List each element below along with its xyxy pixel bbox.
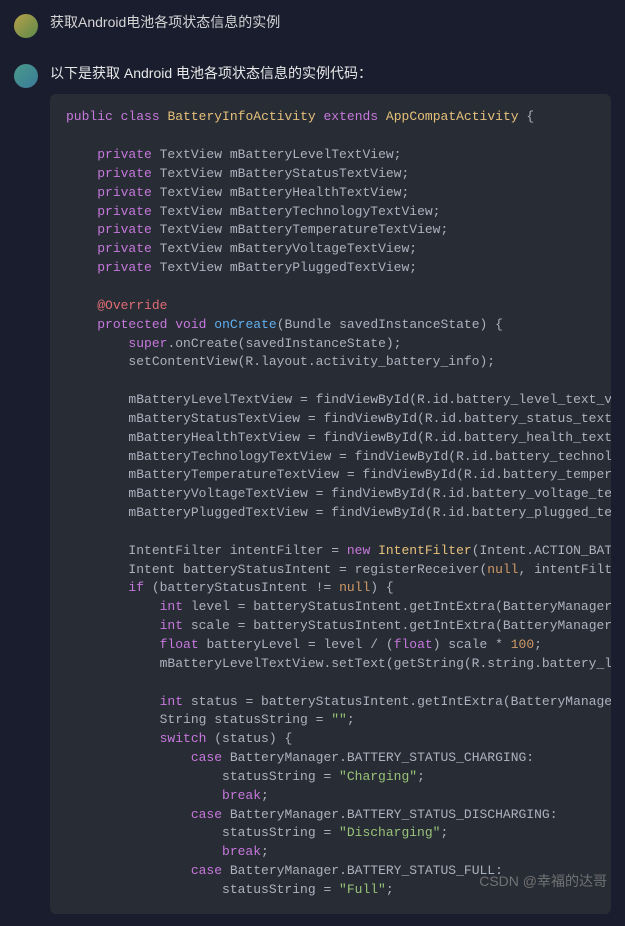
code: scale = batteryStatusIntent.getIntExtra(… [183,618,611,633]
keyword: private [97,241,152,256]
keyword: float [394,637,433,652]
keyword: case [191,750,222,765]
keyword: if [128,580,144,595]
avatar [14,64,38,88]
user-text: 获取Android电池各项状态信息的实例 [50,12,611,33]
code: statusString = [66,882,339,897]
keyword: extends [324,109,379,124]
code: , intentFilter [519,562,612,577]
code: .onCreate(savedInstanceState); [167,336,401,351]
keyword: float [160,637,199,652]
keyword: public [66,109,113,124]
string: "" [331,712,347,727]
code: mBatteryLevelTextView.setText(getString(… [66,656,611,671]
user-message-content: 获取Android电池各项状态信息的实例 [50,12,611,38]
keyword: int [160,694,183,709]
code: setContentView(R.layout.activity_battery… [66,354,495,369]
code: ; [440,825,448,840]
field: TextView mBatteryPluggedTextView; [152,260,417,275]
code: mBatteryPluggedTextView = findViewById(R… [66,505,611,520]
keyword: break [222,788,261,803]
keyword: break [222,844,261,859]
code: mBatteryHealthTextView = findViewById(R.… [66,430,611,445]
code: mBatteryStatusTextView = findViewById(R.… [66,411,611,426]
method-name: onCreate [214,317,276,332]
bot-message-row: 以下是获取 Android 电池各项状态信息的实例代码： public clas… [0,50,625,926]
code: (batteryStatusIntent != [144,580,339,595]
bot-message-content: 以下是获取 Android 电池各项状态信息的实例代码： public clas… [50,62,611,914]
keyword: private [97,260,152,275]
code: BatteryManager.BATTERY_STATUS_DISCHARGIN… [222,807,557,822]
code: ; [347,712,355,727]
class-name: AppCompatActivity [386,109,519,124]
keyword: case [191,807,222,822]
field: TextView mBatteryLevelTextView; [152,147,402,162]
literal: null [487,562,518,577]
punct: { [519,109,535,124]
code: IntentFilter intentFilter = [66,543,347,558]
code: Intent batteryStatusIntent = registerRec… [66,562,487,577]
literal: 100 [511,637,534,652]
field: TextView mBatteryStatusTextView; [152,166,409,181]
code: ) scale * [433,637,511,652]
code: BatteryManager.BATTERY_STATUS_FULL: [222,863,503,878]
code: BatteryManager.BATTERY_STATUS_CHARGING: [222,750,534,765]
class-name: BatteryInfoActivity [167,109,315,124]
keyword: int [160,618,183,633]
bot-intro-text: 以下是获取 Android 电池各项状态信息的实例代码： [50,62,611,84]
params: (Bundle savedInstanceState) [277,317,488,332]
code: ; [417,769,425,784]
keyword: private [97,222,152,237]
class-name: IntentFilter [378,543,472,558]
code: ; [261,788,269,803]
code: statusString = [66,825,339,840]
literal: null [339,580,370,595]
keyword: new [347,543,370,558]
code: statusString = [66,769,339,784]
code: batteryLevel = level / ( [199,637,394,652]
code: ; [386,882,394,897]
field: TextView mBatteryVoltageTextView; [152,241,417,256]
string: "Full" [339,882,386,897]
keyword: class [121,109,160,124]
code: (status) { [206,731,292,746]
code: (Intent.ACTION_BATTE [472,543,611,558]
string: "Charging" [339,769,417,784]
keyword: switch [160,731,207,746]
code: String statusString = [66,712,331,727]
code-block[interactable]: public class BatteryInfoActivity extends… [50,94,611,913]
punct: { [487,317,503,332]
annotation: @Override [97,298,167,313]
keyword: void [175,317,206,332]
field: TextView mBatteryTechnologyTextView; [152,204,441,219]
keyword: int [160,599,183,614]
field: TextView mBatteryHealthTextView; [152,185,409,200]
field: TextView mBatteryTemperatureTextView; [152,222,448,237]
code: mBatteryTechnologyTextView = findViewByI… [66,449,611,464]
code: status = batteryStatusIntent.getIntExtra… [183,694,611,709]
code: mBatteryTemperatureTextView = findViewBy… [66,467,611,482]
code: level = batteryStatusIntent.getIntExtra(… [183,599,611,614]
keyword: case [191,863,222,878]
user-message-row: 获取Android电池各项状态信息的实例 [0,0,625,50]
keyword: super [128,336,167,351]
keyword: protected [97,317,167,332]
code: ; [261,844,269,859]
keyword: private [97,185,152,200]
code: mBatteryVoltageTextView = findViewById(R… [66,486,611,501]
code: ; [534,637,542,652]
keyword: private [97,204,152,219]
avatar [14,14,38,38]
keyword: private [97,166,152,181]
string: "Discharging" [339,825,440,840]
code: ) { [370,580,393,595]
keyword: private [97,147,152,162]
code: mBatteryLevelTextView = findViewById(R.i… [66,392,611,407]
